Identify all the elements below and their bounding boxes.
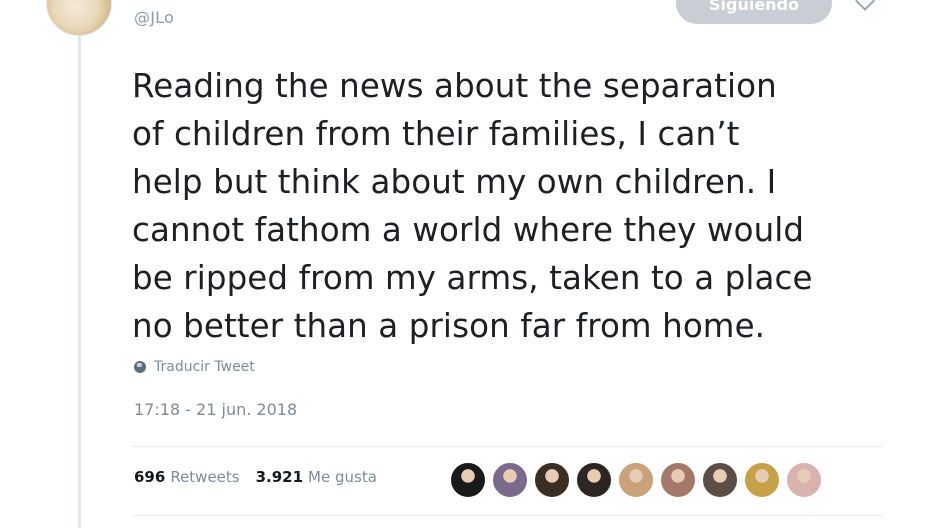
user-handle[interactable]: @JLo (134, 8, 174, 27)
avatar[interactable] (46, 0, 112, 36)
liker-avatars (450, 462, 828, 498)
tweet-timestamp[interactable]: 17:18 - 21 jun. 2018 (134, 400, 297, 419)
liker-avatar[interactable] (618, 462, 654, 498)
liker-avatar[interactable] (660, 462, 696, 498)
translate-label: Traducir Tweet (154, 359, 255, 375)
divider (132, 515, 882, 516)
translate-tweet-link[interactable]: Traducir Tweet (134, 357, 255, 377)
following-button[interactable]: Siguiendo (676, 0, 832, 24)
liker-avatar[interactable] (450, 462, 486, 498)
tweet-stats: 696 Retweets 3.921 Me gusta (134, 468, 377, 486)
liker-avatar[interactable] (744, 462, 780, 498)
tweet-text: Reading the news about the separation of… (132, 67, 813, 345)
liker-avatar[interactable] (702, 462, 738, 498)
retweets-count[interactable]: 696 (134, 468, 165, 486)
likes-label[interactable]: Me gusta (308, 468, 377, 486)
liker-avatar[interactable] (492, 462, 528, 498)
liker-avatar[interactable] (534, 462, 570, 498)
divider (132, 446, 882, 447)
liker-avatar[interactable] (576, 462, 612, 498)
likes-count[interactable]: 3.921 (256, 468, 303, 486)
retweets-label[interactable]: Retweets (170, 468, 239, 486)
thread-line (78, 28, 81, 528)
globe-icon (134, 361, 146, 373)
liker-avatar[interactable] (786, 462, 822, 498)
chevron-down-icon[interactable] (855, 0, 875, 11)
